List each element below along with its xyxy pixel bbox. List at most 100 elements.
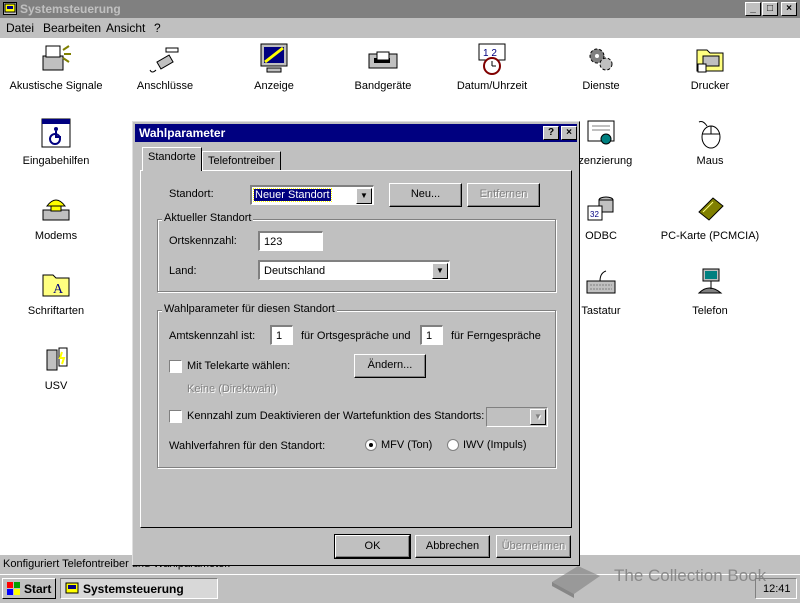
close-button[interactable]: × — [781, 2, 797, 16]
uebernehmen-button[interactable]: Übernehmen — [496, 535, 571, 558]
land-value: Deutschland — [264, 265, 326, 277]
chevron-down-icon[interactable]: ▼ — [356, 188, 372, 204]
cp-item-pc-karte[interactable]: PC-Karte (PCMCIA) — [655, 192, 765, 242]
dialog-close-button[interactable]: × — [561, 126, 577, 140]
windows-logo-icon — [7, 582, 21, 598]
start-button[interactable]: Start — [2, 578, 56, 599]
cp-item-label: Bandgeräte — [354, 80, 412, 92]
tab-standorte[interactable]: Standorte — [142, 147, 202, 171]
ups-battery-icon — [39, 342, 73, 376]
keyboard-icon — [584, 267, 618, 301]
telekarte-checkbox[interactable] — [169, 360, 182, 373]
entfernen-button[interactable]: Entfernen — [467, 183, 540, 207]
abbrechen-button[interactable]: Abbrechen — [415, 535, 490, 558]
cp-item-telefon[interactable]: Telefon — [655, 267, 765, 317]
standort-combobox[interactable]: Neuer Standort ▼ — [250, 185, 374, 205]
cp-item-bandgeraete[interactable]: Bandgeräte — [328, 42, 438, 92]
ortsgespraeche-value: 1 — [276, 330, 283, 342]
cp-item-label: Modems — [34, 230, 78, 242]
mfv-radio[interactable] — [365, 439, 377, 451]
chevron-down-icon[interactable]: ▼ — [530, 409, 546, 425]
ok-button-label: OK — [364, 540, 381, 552]
tab-label: Standorte — [148, 151, 196, 163]
main-title-bar[interactable]: Systemsteuerung _ □ × — [0, 0, 800, 18]
kennzahl-checkbox[interactable] — [169, 410, 182, 423]
cp-item-label: Datum/Uhrzeit — [456, 80, 528, 92]
cp-item-label: Telefon — [692, 305, 728, 317]
aendern-button[interactable]: Ändern... — [354, 354, 426, 378]
cp-item-dienste[interactable]: Dienste — [546, 42, 656, 92]
aktueller-standort-group-title: Aktueller Standort — [162, 212, 254, 224]
uebernehmen-button-label: Übernehmen — [501, 540, 566, 552]
telekarte-info: Keine (Direktwahl) — [187, 383, 277, 395]
taskbar-item-systemsteuerung[interactable]: Systemsteuerung — [60, 578, 218, 599]
ferngespraeche-input[interactable]: 1 — [420, 325, 443, 345]
cp-item-label: Schriftarten — [27, 305, 85, 317]
maximize-button[interactable]: □ — [762, 2, 778, 16]
kennzahl-combobox[interactable]: ▼ — [486, 407, 548, 427]
cp-item-modems[interactable]: Modems — [1, 192, 111, 242]
menu-bearbeiten[interactable]: Bearbeiten — [43, 21, 101, 35]
wahlverfahren-label: Wahlverfahren für den Standort: — [169, 440, 326, 452]
menu-bar: Datei Bearbeiten Ansicht ? — [0, 18, 800, 38]
chevron-down-icon[interactable]: ▼ — [432, 263, 448, 279]
fonts-folder-icon: A — [39, 267, 73, 301]
ortsgespraeche-input[interactable]: 1 — [270, 325, 293, 345]
land-combobox[interactable]: Deutschland ▼ — [258, 260, 450, 280]
standort-label: Standort: — [169, 188, 214, 200]
mouse-icon — [693, 117, 727, 151]
neu-button-label: Neu... — [410, 188, 441, 200]
cp-item-anzeige[interactable]: Anzeige — [219, 42, 329, 92]
tape-drive-icon — [366, 42, 400, 76]
dialog-help-button[interactable]: ? — [543, 126, 559, 140]
cp-item-datum-uhrzeit[interactable]: 1 2 Datum/Uhrzeit — [437, 42, 547, 92]
cp-item-schriftarten[interactable]: A Schriftarten — [1, 267, 111, 317]
aktueller-standort-group — [157, 219, 556, 292]
cp-item-label: PC-Karte (PCMCIA) — [660, 230, 760, 242]
land-label: Land: — [169, 265, 197, 277]
iwv-radio[interactable] — [447, 439, 459, 451]
wahlparameter-group-title: Wahlparameter für diesen Standort — [162, 303, 337, 315]
menu-datei[interactable]: Datei — [6, 21, 34, 35]
ortskennzahl-input[interactable]: 123 — [258, 231, 323, 251]
cp-item-label: Anzeige — [254, 80, 294, 92]
accessibility-icon — [39, 117, 73, 151]
svg-text:32: 32 — [590, 210, 599, 219]
cp-item-label: Maus — [696, 155, 724, 167]
cp-item-label: USV — [44, 380, 68, 392]
cp-item-label: Dienste — [582, 80, 620, 92]
cp-item-anschluesse[interactable]: Anschlüsse — [110, 42, 220, 92]
entfernen-button-label: Entfernen — [479, 188, 528, 200]
cp-item-akustische-signale[interactable]: Akustische Signale — [1, 42, 111, 92]
watermark: The Collection Book — [548, 556, 798, 598]
menu-help[interactable]: ? — [154, 21, 161, 35]
minimize-button[interactable]: _ — [745, 2, 761, 16]
cp-item-maus[interactable]: Maus — [655, 117, 765, 167]
dialog-title-bar[interactable]: Wahlparameter ? × — [135, 124, 577, 142]
cp-item-label: ODBC — [585, 230, 617, 242]
aendern-button-label: Ändern... — [367, 359, 413, 371]
start-label: Start — [24, 582, 52, 596]
watermark-text: The Collection Book — [614, 566, 767, 585]
cp-item-drucker[interactable]: Drucker — [655, 42, 765, 92]
speaker-icon — [39, 42, 73, 76]
odbc-icon: 32 — [584, 192, 618, 226]
amtskennzahl-label: Amtskennzahl ist: — [169, 330, 256, 342]
neu-button[interactable]: Neu... — [389, 183, 462, 207]
calendar-clock-icon: 1 2 — [475, 42, 509, 76]
telephone-network-icon — [693, 267, 727, 301]
cp-item-eingabehilfen[interactable]: Eingabehilfen — [1, 117, 111, 167]
tab-telefontreiber[interactable]: Telefontreiber — [202, 151, 281, 171]
ferngespraeche-label: für Ferngespräche — [451, 330, 541, 342]
control-panel-app-icon — [3, 2, 17, 15]
cp-item-usv[interactable]: USV — [1, 342, 111, 392]
control-panel-app-icon — [65, 582, 79, 598]
menu-ansicht[interactable]: Ansicht — [106, 21, 145, 35]
book-icon — [548, 562, 602, 603]
svg-text:A: A — [53, 282, 64, 297]
mfv-label: MFV (Ton) — [381, 439, 433, 451]
ok-button[interactable]: OK — [334, 534, 411, 559]
main-window-title: Systemsteuerung — [20, 2, 121, 16]
abbrechen-button-label: Abbrechen — [425, 540, 480, 552]
standort-value: Neuer Standort — [253, 188, 332, 202]
